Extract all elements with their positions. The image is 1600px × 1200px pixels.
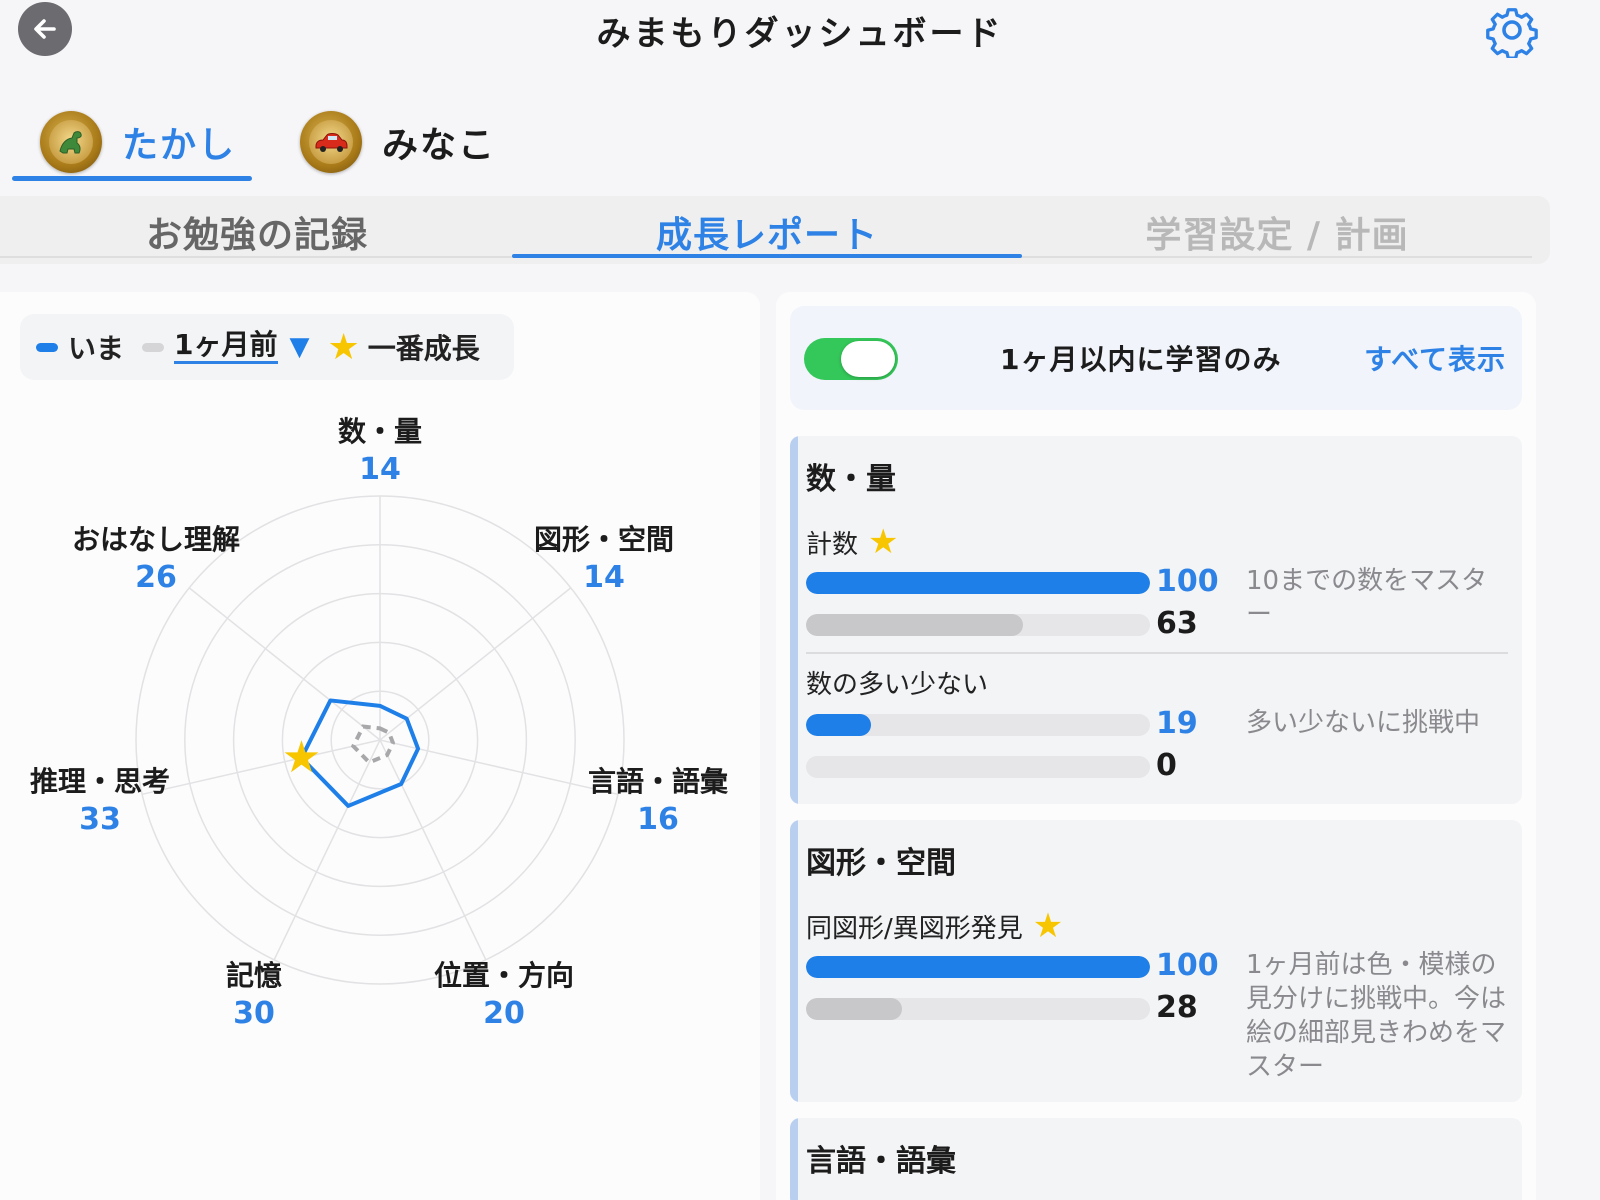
- skill-description: 10までの数をマスター: [1246, 566, 1488, 630]
- category-card-number: 数・量 計数 ★ 100 63 10までの数をマスター 数の多い少ない 19 0…: [790, 436, 1522, 804]
- gear-icon[interactable]: [1484, 2, 1540, 58]
- radar-axis-label: 図形・空間: [533, 523, 674, 556]
- prev-value: 63: [1156, 606, 1198, 641]
- category-title: 数・量: [806, 462, 896, 497]
- child-tab-takashi[interactable]: たかし: [40, 102, 236, 182]
- skill-description: 多い少ないに挑戦中: [1246, 708, 1481, 738]
- radar-axis-value: 20: [483, 996, 525, 1031]
- now-value: 100: [1156, 948, 1219, 983]
- radar-axis-label: おはなし理解: [71, 523, 240, 556]
- now-swatch: [36, 342, 58, 352]
- prev-bar-fill: [806, 998, 903, 1020]
- prev-bar: [806, 756, 1150, 778]
- radar-axis-label: 数・量: [337, 415, 422, 448]
- radar-axis-value: 30: [233, 996, 275, 1031]
- dinosaur-avatar: [40, 111, 102, 173]
- dinosaur-icon: [59, 131, 82, 154]
- now-bar: [806, 956, 1150, 978]
- skill-name: 同図形/異図形発見 ★: [806, 906, 1063, 946]
- toggle-knob: [841, 341, 895, 377]
- tab-growth-report[interactable]: 成長レポート: [512, 206, 1022, 258]
- radar-axis-label: 推理・思考: [29, 765, 170, 798]
- car-icon: [315, 133, 348, 152]
- radar-legend: いま 1ヶ月前 ▼ ★ 一番成長: [20, 314, 514, 380]
- child-tab-minako[interactable]: みなこ: [300, 102, 496, 182]
- prev-bar: [806, 998, 1150, 1020]
- prev-value: 28: [1156, 990, 1198, 1025]
- prev-bar: [806, 614, 1150, 636]
- tab-study-settings[interactable]: 学習設定 / 計画: [1022, 206, 1532, 258]
- star-icon: ★: [1032, 906, 1064, 946]
- prev-swatch: [142, 342, 165, 352]
- header: みまもりダッシュボード: [0, 0, 1600, 70]
- show-all-link[interactable]: すべて表示: [1364, 338, 1506, 378]
- radar-axis-value: 26: [135, 560, 177, 595]
- compare-period-select[interactable]: 1ヶ月前: [174, 329, 278, 364]
- radar-axis-label: 記憶: [225, 959, 282, 992]
- star-icon: ★: [868, 522, 899, 562]
- category-card-language: 言語・語彙: [790, 1118, 1522, 1200]
- triangle-down-icon[interactable]: ▼: [290, 332, 310, 362]
- recent-only-toggle[interactable]: [804, 338, 898, 380]
- skill-label: 数の多い少ない: [806, 670, 989, 700]
- legend-star-label: 一番成長: [367, 332, 480, 365]
- star-icon: ★: [327, 326, 360, 368]
- radar-axis-label: 位置・方向: [433, 959, 574, 992]
- red-car-avatar: [300, 111, 362, 173]
- category-card-shape: 図形・空間 同図形/異図形発見 ★ 100 28 1ヶ月前は色・模様の見分けに挑…: [790, 820, 1522, 1102]
- now-value: 19: [1156, 706, 1198, 741]
- radar-axis-value: 33: [79, 802, 121, 837]
- active-tab-underline: [512, 254, 1022, 258]
- now-value: 100: [1156, 564, 1219, 599]
- filter-label: 1ヶ月以内に学習のみ: [1000, 343, 1282, 376]
- skill-name: 数の多い少ない: [806, 664, 988, 701]
- skill-label: 同図形/異図形発見: [806, 913, 1023, 944]
- radar-spoke: [379, 739, 487, 961]
- category-accent: [790, 436, 798, 804]
- category-accent: [790, 820, 798, 1102]
- filter-bar: 1ヶ月以内に学習のみ すべて表示: [790, 306, 1522, 410]
- prev-value: 0: [1156, 748, 1177, 783]
- now-bar-fill: [806, 714, 872, 736]
- skill-label: 計数: [806, 529, 859, 560]
- category-title: 図形・空間: [806, 846, 956, 881]
- radar-axis-label: 言語・語彙: [587, 765, 728, 798]
- skill-name: 計数 ★: [806, 522, 899, 562]
- skill-description: 1ヶ月前は色・模様の見分けに挑戦中。今は絵の細部見きわめをマスター: [1246, 950, 1507, 1082]
- page-title: みまもりダッシュボード: [596, 14, 1004, 54]
- legend-now-label: いま: [68, 332, 125, 365]
- radar-axis-value: 16: [637, 802, 679, 837]
- child-tab-underline: [12, 176, 252, 181]
- category-title: 言語・語彙: [806, 1144, 956, 1179]
- child-name: たかし: [122, 125, 237, 166]
- skill-list-panel: 1ヶ月以内に学習のみ すべて表示 数・量 計数 ★ 100 63 10までの数を…: [776, 292, 1536, 1200]
- tab-study-record[interactable]: お勉強の記録: [2, 206, 512, 258]
- prev-bar-fill: [806, 614, 1023, 636]
- category-accent: [790, 1118, 798, 1200]
- radar-axis-value: 14: [583, 560, 625, 595]
- now-bar: [806, 572, 1150, 594]
- now-bar: [806, 714, 1150, 736]
- radar-axis-value: 14: [359, 452, 401, 487]
- child-name: みなこ: [382, 125, 497, 166]
- now-bar-fill: [806, 956, 1150, 978]
- skill-divider: [806, 652, 1508, 654]
- best-growth-star-icon: ★: [282, 732, 321, 783]
- now-bar-fill: [806, 572, 1150, 594]
